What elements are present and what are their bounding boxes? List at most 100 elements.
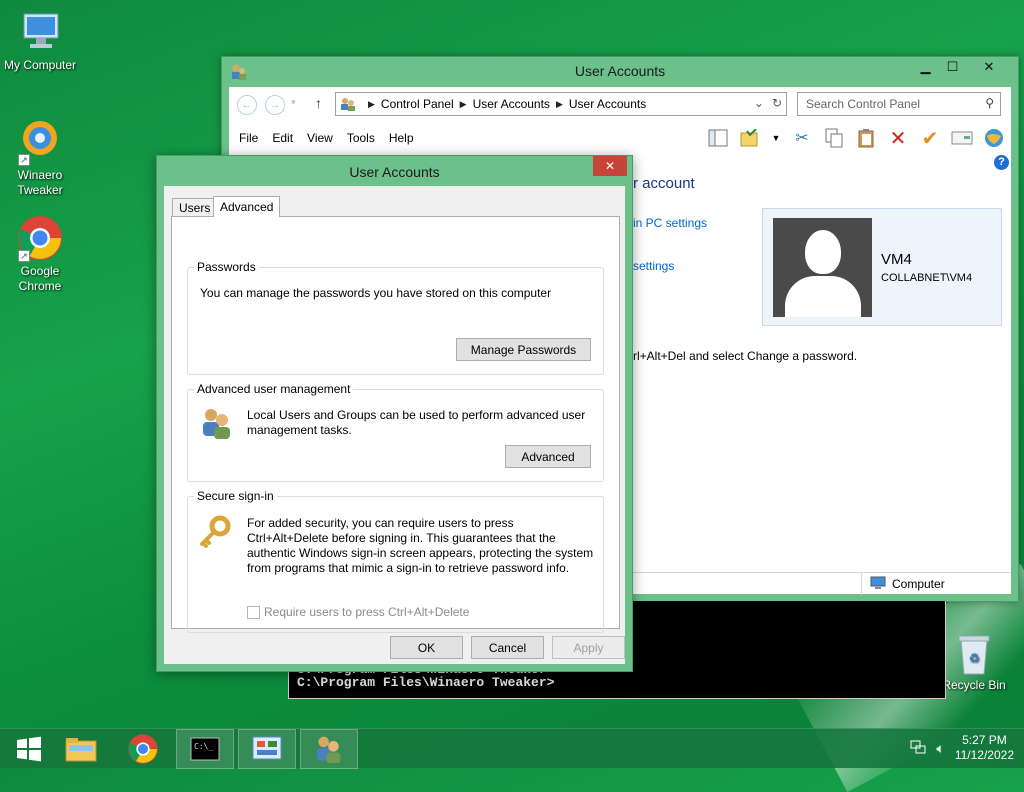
clock-date: 11/12/2022 — [954, 748, 1014, 762]
refresh-icon[interactable]: ↻ — [772, 96, 782, 110]
menu-help[interactable]: Help — [389, 131, 424, 145]
dropdown-arrow-icon[interactable]: ▼ — [771, 127, 781, 149]
properties-icon[interactable] — [951, 127, 973, 149]
search-input[interactable]: Search Control Panel ⚲ — [797, 92, 1001, 116]
search-placeholder: Search Control Panel — [806, 97, 921, 111]
system-tray: 🔈︎ 5:27 PM 11/12/2022 — [910, 733, 1014, 763]
taskbar: C:\_ 🔈︎ 5:27 PM 11/12/2022 — [0, 728, 1024, 769]
clock-time: 5:27 PM — [962, 733, 1007, 747]
passwords-group: Passwords You can manage the passwords y… — [187, 260, 604, 375]
taskbar-user-accounts[interactable] — [300, 729, 358, 769]
computer-icon — [16, 8, 64, 56]
computer-icon — [870, 576, 886, 593]
breadcrumb-item[interactable]: User Accounts — [569, 97, 646, 111]
checkbox-label: Require users to press Ctrl+Alt+Delete — [264, 605, 470, 619]
apply-button[interactable]: Apply — [552, 636, 625, 659]
menu-edit[interactable]: Edit — [272, 131, 303, 145]
help-icon[interactable]: ? — [994, 155, 1009, 170]
breadcrumb-item[interactable]: User Accounts — [473, 97, 550, 111]
checkmark-icon[interactable]: ✔ — [919, 127, 941, 150]
secure-sign-in-description: For added security, you can require user… — [247, 516, 594, 575]
desktop-icon-winaero-tweaker[interactable]: ↗ Winaero Tweaker — [0, 118, 80, 198]
dialog-content: Users Advanced Passwords You can manage … — [164, 186, 625, 664]
shortcut-arrow-icon: ↗ — [18, 250, 30, 262]
tab-users[interactable]: Users — [172, 198, 218, 216]
menu-tools[interactable]: Tools — [347, 131, 385, 145]
taskbar-file-explorer[interactable] — [52, 729, 110, 769]
taskbar-chrome[interactable] — [114, 729, 172, 769]
minimize-button[interactable]: ▁ — [912, 57, 939, 77]
delete-icon[interactable]: ✕ — [887, 127, 909, 150]
user-domain: COLLABNET\VM4 — [881, 272, 973, 284]
cancel-button[interactable]: Cancel — [471, 636, 544, 659]
forward-button[interactable]: → — [265, 95, 285, 115]
manage-passwords-button[interactable]: Manage Passwords — [456, 338, 591, 361]
settings-link[interactable]: settings — [633, 259, 674, 273]
control-panel-icon — [252, 736, 282, 760]
advanced-button[interactable]: Advanced — [505, 445, 591, 468]
control-panel-titlebar[interactable]: User Accounts ▁ ☐ ✕ — [222, 57, 1018, 87]
pc-settings-link[interactable]: in PC settings — [633, 216, 707, 230]
copy-icon[interactable] — [823, 127, 845, 149]
preview-pane-icon[interactable] — [707, 127, 729, 149]
secure-sign-in-group: Secure sign-in For added security, you c… — [187, 489, 604, 633]
desktop-icon-label: Google Chrome — [18, 264, 62, 293]
avatar — [773, 218, 872, 317]
address-row: ← → ▾ ↑ ▶ Control Panel ▶ User Accounts … — [229, 87, 1011, 121]
desktop-icon-google-chrome[interactable]: ↗ Google Chrome — [0, 214, 80, 294]
start-button[interactable] — [0, 729, 58, 769]
up-arrow-icon[interactable]: ↑ — [315, 95, 322, 111]
dialog-close-button[interactable]: ✕ — [593, 156, 627, 176]
folder-options-icon[interactable] — [739, 127, 761, 149]
user-accounts-dialog: User Accounts ✕ Users Advanced Passwords… — [156, 155, 633, 672]
window-title: User Accounts — [574, 63, 666, 79]
advanced-tab-panel: Passwords You can manage the passwords y… — [171, 216, 620, 633]
key-icon — [198, 515, 232, 552]
globe-icon[interactable] — [983, 127, 1005, 149]
address-bar[interactable]: ▶ Control Panel ▶ User Accounts ▶ User A… — [335, 92, 787, 116]
chevron-down-icon[interactable]: ⌄ — [754, 96, 764, 110]
volume-icon[interactable]: 🔈︎ — [936, 740, 944, 757]
ok-button[interactable]: OK — [390, 636, 463, 659]
windows-logo-icon — [17, 736, 41, 762]
chevron-right-icon: ▶ — [459, 98, 467, 109]
user-name: VM4 — [881, 251, 912, 268]
desktop-icon-recycle-bin[interactable]: ♻ Recycle Bin — [934, 632, 1014, 693]
chrome-icon: ↗ — [16, 214, 64, 262]
passwords-group-title: Passwords — [194, 260, 259, 274]
password-change-note: rl+Alt+Del and select Change a password. — [633, 349, 858, 363]
desktop-icon-label: Winaero Tweaker — [17, 168, 63, 197]
chevron-right-icon: ▶ — [555, 98, 563, 109]
toolbar: ▼ ✂ ✕ ✔ — [707, 125, 1005, 151]
search-icon[interactable]: ⚲ — [985, 96, 994, 110]
require-ctrl-alt-del-checkbox[interactable]: Require users to press Ctrl+Alt+Delete — [247, 605, 469, 619]
cut-icon[interactable]: ✂ — [791, 127, 813, 149]
maximize-button[interactable]: ☐ — [939, 57, 966, 77]
recent-dropdown-icon[interactable]: ▾ — [291, 97, 296, 108]
network-icon[interactable] — [910, 739, 926, 758]
status-zone: Computer — [861, 573, 945, 595]
taskbar-control-panel[interactable] — [238, 729, 296, 769]
chevron-right-icon: ▶ — [368, 98, 375, 109]
chrome-icon — [128, 734, 158, 764]
svg-text:C:\_: C:\_ — [194, 742, 213, 751]
clock[interactable]: 5:27 PM 11/12/2022 — [955, 733, 1014, 763]
status-zone-label: Computer — [892, 577, 945, 591]
folder-icon — [65, 738, 97, 762]
desktop-icon-label: My Computer — [3, 58, 77, 72]
taskbar-command-prompt[interactable]: C:\_ — [176, 729, 234, 769]
menu-view[interactable]: View — [307, 131, 343, 145]
checkbox-box[interactable] — [247, 605, 260, 619]
close-button[interactable]: ✕ — [966, 57, 1012, 77]
menu-file[interactable]: File — [239, 131, 268, 145]
user-card: VM4 COLLABNET\VM4 — [762, 208, 1002, 326]
paste-icon[interactable] — [855, 127, 877, 149]
advanced-user-management-description: Local Users and Groups can be used to pe… — [247, 408, 586, 437]
tab-advanced[interactable]: Advanced — [213, 196, 281, 217]
winaero-tweaker-icon: ↗ — [16, 118, 64, 166]
back-button[interactable]: ← — [237, 95, 257, 115]
desktop-icon-my-computer[interactable]: My Computer — [0, 8, 80, 73]
users-group-icon — [316, 736, 341, 764]
breadcrumb-item[interactable]: Control Panel — [381, 97, 454, 111]
shortcut-arrow-icon: ↗ — [18, 154, 30, 166]
